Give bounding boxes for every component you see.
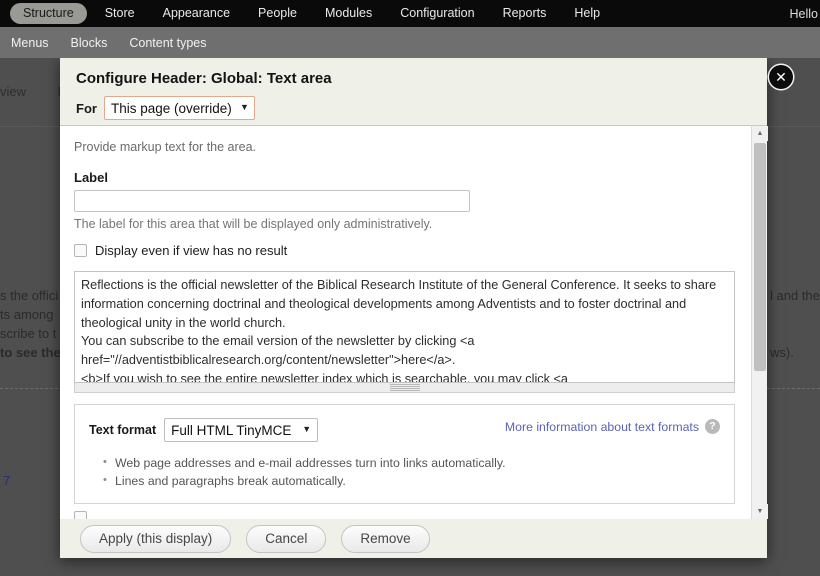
background-text-fragment: scribe to t (0, 326, 57, 341)
subtoolbar-item-content-types[interactable]: Content types (118, 36, 217, 50)
area-hint-text: Provide markup text for the area. (74, 140, 257, 154)
apply-this-display-button[interactable]: Apply (this display) (80, 524, 232, 553)
display-empty-checkbox[interactable] (74, 244, 87, 257)
for-select-wrapper: All displaysThis page (override) ▼ (103, 96, 255, 120)
text-format-label: Text format (89, 423, 157, 437)
list-item: Web page addresses and e-mail addresses … (103, 454, 720, 471)
background-text-fragment: ts among (0, 307, 54, 322)
page-title: Configure Header: Global: Text area (76, 70, 332, 87)
label-input[interactable] (74, 190, 470, 212)
subtoolbar-item-menus[interactable]: Menus (0, 36, 60, 50)
modal-scrollbar[interactable]: ▲ ▼ (751, 126, 768, 519)
markup-textarea[interactable] (74, 271, 735, 383)
background-text-fragment: ws). (770, 345, 794, 360)
list-item: Lines and paragraphs break automatically… (103, 472, 720, 489)
toolbar-item-appearance[interactable]: Appearance (149, 0, 244, 27)
scrollbar-thumb[interactable] (754, 143, 766, 371)
for-display-select[interactable]: All displaysThis page (override) (103, 96, 255, 120)
configure-header-modal: ✕ Configure Header: Global: Text area Fo… (60, 58, 793, 558)
modal-footer: Apply (this display) Cancel Remove (60, 519, 767, 558)
background-number: 7 (3, 473, 11, 488)
background-text-fragment: s the offici (0, 288, 59, 303)
toolbar-item-help[interactable]: Help (560, 0, 614, 27)
admin-subtoolbar: Menus Blocks Content types (0, 27, 820, 58)
toolbar-item-store[interactable]: Store (91, 0, 149, 27)
for-row: For All displaysThis page (override) ▼ (76, 96, 749, 120)
grippie-lines-icon (389, 383, 420, 392)
background-text-fragment: l and theo (770, 288, 820, 303)
background-text-fragment: to see the (0, 345, 61, 360)
toolbar-item-people[interactable]: People (244, 0, 311, 27)
text-format-tips: Web page addresses and e-mail addresses … (89, 454, 720, 489)
background-tab-view: view (0, 84, 27, 99)
remove-button[interactable]: Remove (341, 524, 430, 553)
text-format-fieldset: More information about text formats ? Te… (74, 404, 735, 504)
toolbar-item-reports[interactable]: Reports (489, 0, 561, 27)
modal-header: Configure Header: Global: Text area For … (60, 58, 767, 126)
subtoolbar-item-blocks[interactable]: Blocks (60, 36, 119, 50)
cancel-button[interactable]: Cancel (246, 524, 327, 553)
display-empty-row[interactable]: Display even if view has no result (74, 243, 734, 258)
for-label: For (76, 100, 97, 116)
partial-checkbox-below-fold[interactable] (74, 511, 87, 519)
toolbar-greeting: Hello (789, 6, 819, 21)
toolbar-item-structure[interactable]: Structure (10, 3, 87, 24)
text-format-select[interactable]: Filtered HTMLFull HTMLFull HTML TinyMCEP… (164, 418, 319, 442)
toolbar-item-configuration[interactable]: Configuration (386, 0, 488, 27)
text-formats-info-link[interactable]: More information about text formats (505, 420, 699, 434)
scroll-down-arrow-icon[interactable]: ▼ (752, 504, 768, 519)
toolbar-item-modules[interactable]: Modules (311, 0, 386, 27)
scroll-up-arrow-icon[interactable]: ▲ (752, 126, 768, 141)
help-icon[interactable]: ? (705, 419, 720, 434)
modal-body: Provide markup text for the area. Label … (60, 126, 767, 519)
modal-content: Provide markup text for the area. Label … (60, 126, 750, 519)
admin-toolbar: Structure Store Appearance People Module… (0, 0, 820, 27)
close-icon[interactable]: ✕ (769, 65, 793, 89)
label-field-description: The label for this area that will be dis… (74, 217, 433, 231)
label-field-label: Label (74, 170, 108, 185)
display-empty-label: Display even if view has no result (95, 243, 288, 258)
textarea-resize-grippie[interactable] (74, 383, 735, 393)
text-format-help: More information about text formats ? (505, 419, 720, 434)
text-format-select-wrapper: Filtered HTMLFull HTMLFull HTML TinyMCEP… (164, 418, 319, 442)
